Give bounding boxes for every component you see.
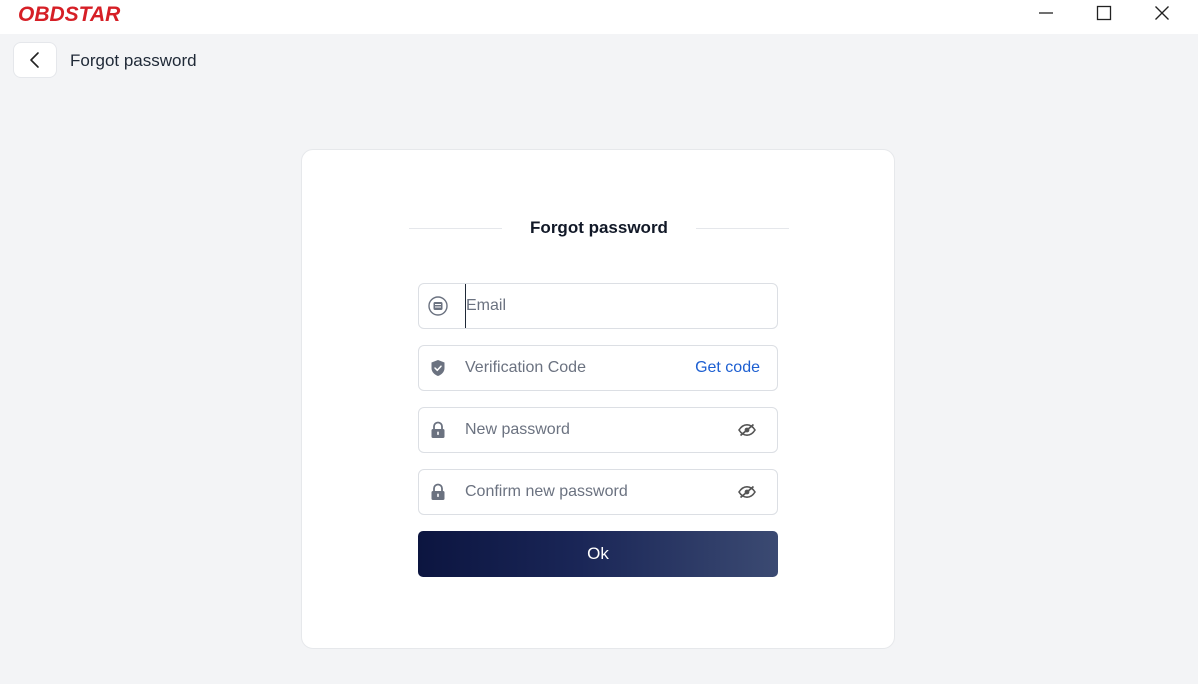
lock-icon <box>428 420 448 440</box>
maximize-icon <box>1096 5 1112 21</box>
chevron-left-icon <box>30 52 39 68</box>
card-header: Forgot password <box>409 216 789 240</box>
divider-left <box>409 227 503 229</box>
email-input[interactable] <box>465 284 777 328</box>
maximize-button[interactable] <box>1076 0 1132 26</box>
confirm-password-input[interactable] <box>465 470 737 514</box>
title-bar: OBDSTAR <box>0 0 1198 34</box>
close-icon <box>1155 6 1169 20</box>
eye-off-icon[interactable] <box>737 420 757 440</box>
verification-code-input[interactable] <box>465 346 696 390</box>
email-field[interactable] <box>418 283 778 329</box>
eye-off-icon[interactable] <box>737 482 757 502</box>
close-button[interactable] <box>1134 0 1190 26</box>
shield-icon <box>428 358 448 378</box>
confirm-password-field[interactable] <box>418 469 778 515</box>
minimize-icon <box>1039 12 1053 14</box>
get-code-button[interactable]: Get code <box>695 359 760 377</box>
new-password-field[interactable] <box>418 407 778 453</box>
email-icon <box>428 296 448 316</box>
forgot-password-card: Forgot password Get code <box>301 149 895 649</box>
minimize-button[interactable] <box>1018 0 1074 26</box>
back-button[interactable] <box>13 42 57 78</box>
obdstar-logo: OBDSTAR <box>18 3 121 25</box>
lock-icon <box>428 482 448 502</box>
ok-button[interactable]: Ok <box>418 531 778 577</box>
new-password-input[interactable] <box>465 408 737 452</box>
verification-code-field[interactable]: Get code <box>418 345 778 391</box>
svg-text:OBDSTAR: OBDSTAR <box>18 3 121 25</box>
divider-right <box>695 227 789 229</box>
page-title: Forgot password <box>70 51 197 70</box>
card-title: Forgot password <box>530 218 668 237</box>
